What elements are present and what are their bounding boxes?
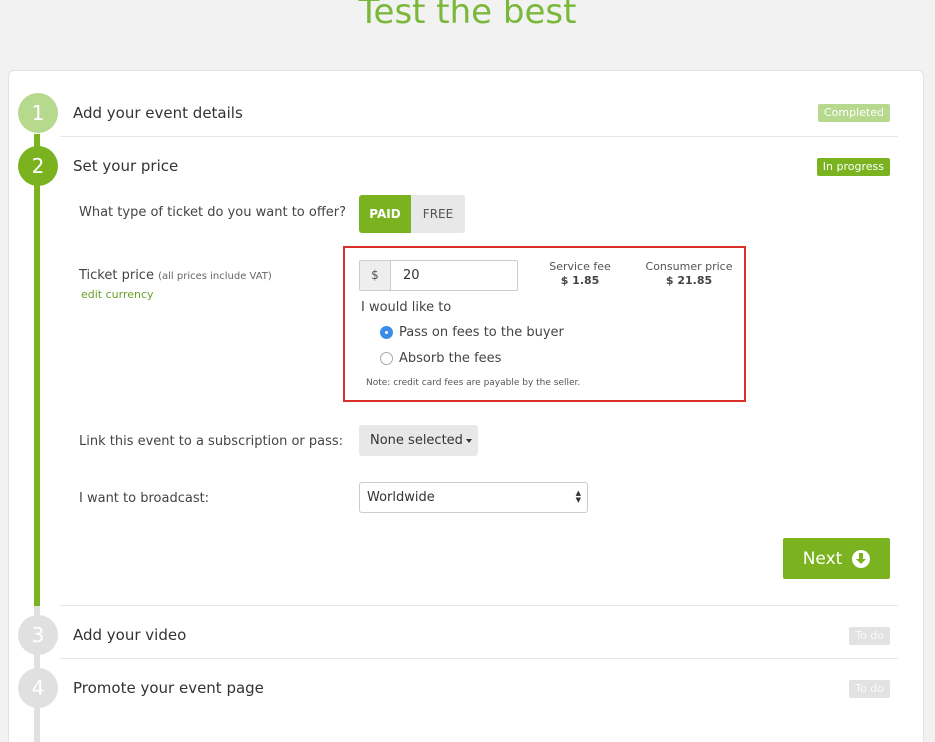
page-title: Test the best <box>358 0 577 32</box>
consumer-price-value: $ 21.85 <box>665 274 713 287</box>
subscription-dropdown-value: None selected <box>370 433 463 448</box>
step-3-number: 3 <box>18 615 58 655</box>
step-1-status-badge: Completed <box>818 104 890 122</box>
subscription-label: Link this event to a subscription or pas… <box>79 434 344 449</box>
ticket-type-label: What type of ticket do you want to offer… <box>79 205 347 220</box>
service-fee-value: $ 1.85 <box>560 274 600 287</box>
step-2-number: 2 <box>18 146 58 186</box>
absorb-fees-radio[interactable] <box>380 352 393 365</box>
step-4-title[interactable]: Promote your event page <box>73 679 264 697</box>
consumer-price-label: Consumer price <box>645 260 733 273</box>
consumer-price: Consumer price $ 21.85 <box>641 260 737 288</box>
next-button[interactable]: Next <box>783 538 890 579</box>
price-panel: $ 20 Service fee $ 1.85 Consumer price $… <box>343 246 746 402</box>
step-divider <box>60 136 898 137</box>
chevron-down-icon <box>465 438 472 443</box>
paid-button[interactable]: PAID <box>359 195 411 233</box>
currency-addon: $ <box>360 261 391 290</box>
step-divider <box>60 658 898 659</box>
step-4-number: 4 <box>18 668 58 708</box>
card-fees-note: Note: credit card fees are payable by th… <box>366 378 581 388</box>
broadcast-select[interactable]: Worldwide ▲ ▼ <box>359 482 588 513</box>
step-2-status-badge: In progress <box>816 158 890 176</box>
next-button-label: Next <box>802 548 843 569</box>
step-4-status-badge: To do <box>849 680 890 698</box>
service-fee-label: Service fee <box>549 260 611 273</box>
service-fee: Service fee $ 1.85 <box>545 260 615 288</box>
step-3-title[interactable]: Add your video <box>73 626 186 644</box>
arrow-down-circle-icon <box>852 549 871 568</box>
free-button[interactable]: FREE <box>411 195 465 233</box>
step-3-status-badge: To do <box>849 627 890 645</box>
ticket-price-note: (all prices include VAT) <box>158 271 272 282</box>
ticket-price-label: Ticket price (all prices include VAT) <box>79 268 272 283</box>
broadcast-label: I want to broadcast: <box>79 491 210 506</box>
ticket-price-label-text: Ticket price <box>79 268 154 283</box>
step-divider <box>60 605 898 606</box>
price-input-group[interactable]: $ 20 <box>359 260 518 291</box>
step-2-title[interactable]: Set your price <box>73 157 178 175</box>
absorb-fees-option[interactable]: Absorb the fees <box>380 351 501 366</box>
fee-choice-label: I would like to <box>361 300 452 315</box>
broadcast-select-value: Worldwide <box>367 490 435 505</box>
absorb-fees-label: Absorb the fees <box>399 351 502 366</box>
price-input[interactable]: 20 <box>391 261 420 290</box>
ticket-type-toggle: PAID FREE <box>359 195 465 233</box>
step-1-title[interactable]: Add your event details <box>73 104 243 122</box>
edit-currency-link[interactable]: edit currency <box>81 288 154 301</box>
subscription-dropdown[interactable]: None selected <box>359 425 478 456</box>
pass-on-fees-option[interactable]: Pass on fees to the buyer <box>380 325 564 340</box>
step-1-number: 1 <box>18 93 58 133</box>
progress-rail-active <box>34 134 40 606</box>
pass-on-fees-label: Pass on fees to the buyer <box>399 325 564 340</box>
pass-on-fees-radio[interactable] <box>380 326 393 339</box>
select-arrows-icon: ▲ ▼ <box>575 489 581 504</box>
